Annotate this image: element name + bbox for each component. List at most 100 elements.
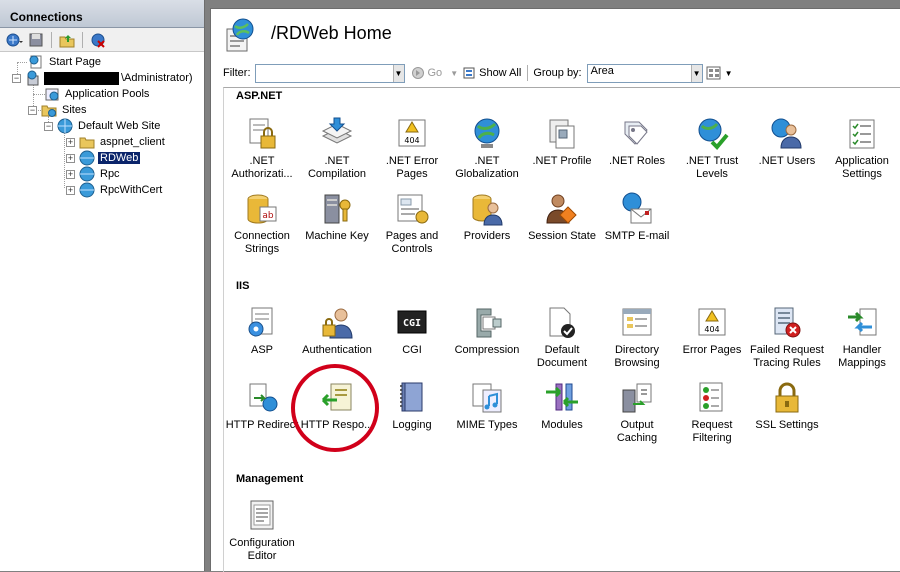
main-panel: /RDWeb Home Filter: ▼ Go ▼ Show All Grou… bbox=[210, 8, 900, 572]
dropdown-arrow-icon[interactable]: ▼ bbox=[690, 64, 702, 82]
go-label: Go bbox=[427, 67, 443, 79]
tree-item-sites[interactable]: − Sites bbox=[28, 102, 88, 118]
feature-machine-key[interactable]: Machine Key bbox=[299, 191, 375, 243]
group-header-management: Management bbox=[236, 473, 304, 485]
application-home-icon bbox=[226, 18, 254, 52]
feature-request-filtering[interactable]: Request Filtering bbox=[674, 380, 750, 445]
feature-output-caching[interactable]: Output Caching bbox=[599, 380, 675, 445]
error-404-icon: 404 bbox=[698, 308, 726, 336]
collapse-icon[interactable]: − bbox=[12, 73, 21, 83]
tree-item-rpcwithcert[interactable]: + RpcWithCert bbox=[66, 182, 164, 198]
toolbar-separator bbox=[51, 31, 52, 48]
toolbar-separator bbox=[82, 31, 83, 48]
feature-net-error-pages[interactable]: 404 .NET Error Pages bbox=[374, 116, 450, 181]
tree-label: Rpc bbox=[100, 168, 120, 180]
feature-net-authorization[interactable]: .NET Authorizati... bbox=[224, 116, 300, 181]
show-all-icon bbox=[463, 67, 475, 79]
connections-pane: Connections Start Page − \Administrator)… bbox=[0, 0, 205, 571]
settings-list-icon bbox=[849, 119, 875, 149]
feature-authentication[interactable]: Authentication bbox=[299, 305, 375, 357]
error-404-icon: 404 bbox=[398, 119, 426, 147]
database-ab-icon: ab bbox=[247, 194, 277, 224]
tree-item-server[interactable]: − \Administrator) bbox=[12, 70, 195, 86]
feature-mime-types[interactable]: MIME Types bbox=[449, 380, 525, 432]
feature-providers[interactable]: Providers bbox=[449, 191, 525, 243]
feature-application-settings[interactable]: Application Settings bbox=[824, 116, 900, 181]
dropdown-arrow-icon[interactable]: ▼ bbox=[392, 64, 404, 82]
tree-label: Sites bbox=[62, 104, 87, 116]
handler-arrows-icon bbox=[848, 308, 877, 336]
tree-label: Application Pools bbox=[65, 88, 150, 100]
feature-cgi[interactable]: CGI CGI bbox=[374, 305, 450, 357]
document-check-icon bbox=[549, 307, 575, 338]
request-filter-icon bbox=[699, 382, 723, 412]
tree-item-start-page[interactable]: Start Page bbox=[28, 54, 103, 70]
tree-item-default-web-site[interactable]: − Default Web Site bbox=[44, 118, 162, 134]
feature-smtp-email[interactable]: SMTP E-mail bbox=[599, 191, 675, 243]
tree-label: Start Page bbox=[49, 56, 101, 68]
group-by-select[interactable]: Area ▼ bbox=[586, 63, 703, 83]
expand-icon[interactable]: + bbox=[66, 185, 75, 195]
connect-icon[interactable] bbox=[4, 31, 24, 49]
feature-modules[interactable]: Modules bbox=[524, 380, 600, 432]
tree-label: aspnet_client bbox=[100, 136, 165, 148]
feature-failed-request-tracing-rules[interactable]: Failed Request Tracing Rules bbox=[749, 305, 825, 370]
collapse-icon[interactable]: − bbox=[44, 121, 53, 131]
redirect-globe-icon bbox=[249, 383, 278, 412]
go-button[interactable]: Go bbox=[411, 66, 443, 80]
feature-directory-browsing[interactable]: Directory Browsing bbox=[599, 305, 675, 370]
feature-handler-mappings[interactable]: Handler Mappings bbox=[824, 305, 900, 370]
tree-item-rpc[interactable]: + Rpc bbox=[66, 166, 122, 182]
tree-item-rdweb[interactable]: + RDWeb bbox=[66, 150, 141, 166]
feature-net-compilation[interactable]: .NET Compilation bbox=[299, 116, 375, 181]
redacted-server-name bbox=[44, 71, 119, 85]
user-globe-icon bbox=[771, 118, 802, 149]
server-key-icon bbox=[324, 194, 351, 224]
page-title: /RDWeb Home bbox=[271, 23, 392, 43]
feature-http-redirect[interactable]: HTTP Redirect bbox=[224, 380, 300, 432]
feature-configuration-editor[interactable]: Configuration Editor bbox=[224, 498, 300, 563]
feature-session-state[interactable]: Session State bbox=[524, 191, 600, 243]
tree-item-application-pools[interactable]: Application Pools bbox=[44, 86, 151, 102]
disconnect-icon[interactable] bbox=[88, 31, 108, 49]
feature-pages-and-controls[interactable]: Pages and Controls bbox=[374, 191, 450, 256]
feature-net-trust-levels[interactable]: .NET Trust Levels bbox=[674, 116, 750, 181]
show-all-button[interactable]: Show All bbox=[462, 66, 521, 80]
feature-http-response-headers[interactable]: HTTP Respo... bbox=[299, 380, 375, 432]
sites-folder-icon bbox=[41, 105, 57, 117]
server-icon bbox=[27, 70, 39, 86]
feature-net-users[interactable]: .NET Users bbox=[749, 116, 825, 168]
email-globe-icon bbox=[622, 192, 652, 224]
save-icon[interactable] bbox=[26, 31, 46, 49]
tree-item-aspnet-client[interactable]: + aspnet_client bbox=[66, 134, 167, 150]
tree-label: \Administrator) bbox=[121, 72, 193, 84]
collapse-icon[interactable]: − bbox=[28, 105, 37, 115]
feature-compression[interactable]: Compression bbox=[449, 305, 525, 357]
feature-ssl-settings[interactable]: SSL Settings bbox=[749, 380, 825, 432]
ab-text: ab bbox=[262, 211, 274, 221]
expand-icon[interactable]: + bbox=[66, 169, 75, 179]
feature-connection-strings[interactable]: ab Connection Strings bbox=[224, 191, 300, 256]
feature-net-profile[interactable]: .NET Profile bbox=[524, 116, 600, 168]
features-view: ASP.NET .NET Authorizati... .NET Compila… bbox=[223, 87, 900, 572]
filter-input[interactable]: ▼ bbox=[254, 63, 405, 83]
padlock-icon bbox=[775, 382, 799, 413]
feature-error-pages[interactable]: 404 Error Pages bbox=[674, 305, 750, 357]
view-dropdown-icon[interactable]: ▼ bbox=[725, 69, 733, 78]
feature-net-roles[interactable]: .NET Roles bbox=[599, 116, 675, 168]
view-mode-button[interactable]: ▼ bbox=[706, 66, 733, 80]
start-page-icon bbox=[29, 55, 42, 69]
application-globe-icon bbox=[79, 166, 95, 182]
response-headers-icon bbox=[321, 383, 352, 411]
up-folder-icon[interactable] bbox=[57, 31, 77, 49]
feature-net-globalization[interactable]: .NET Globalization bbox=[449, 116, 525, 181]
expand-icon[interactable]: + bbox=[66, 137, 75, 147]
configuration-editor-icon bbox=[250, 500, 274, 530]
application-globe-icon bbox=[79, 182, 95, 198]
feature-logging[interactable]: Logging bbox=[374, 380, 450, 432]
go-dropdown-icon[interactable]: ▼ bbox=[450, 69, 458, 78]
expand-icon[interactable]: + bbox=[66, 153, 75, 163]
feature-default-document[interactable]: Default Document bbox=[524, 305, 600, 370]
feature-asp[interactable]: ASP bbox=[224, 305, 300, 357]
globe-icon bbox=[474, 118, 500, 148]
